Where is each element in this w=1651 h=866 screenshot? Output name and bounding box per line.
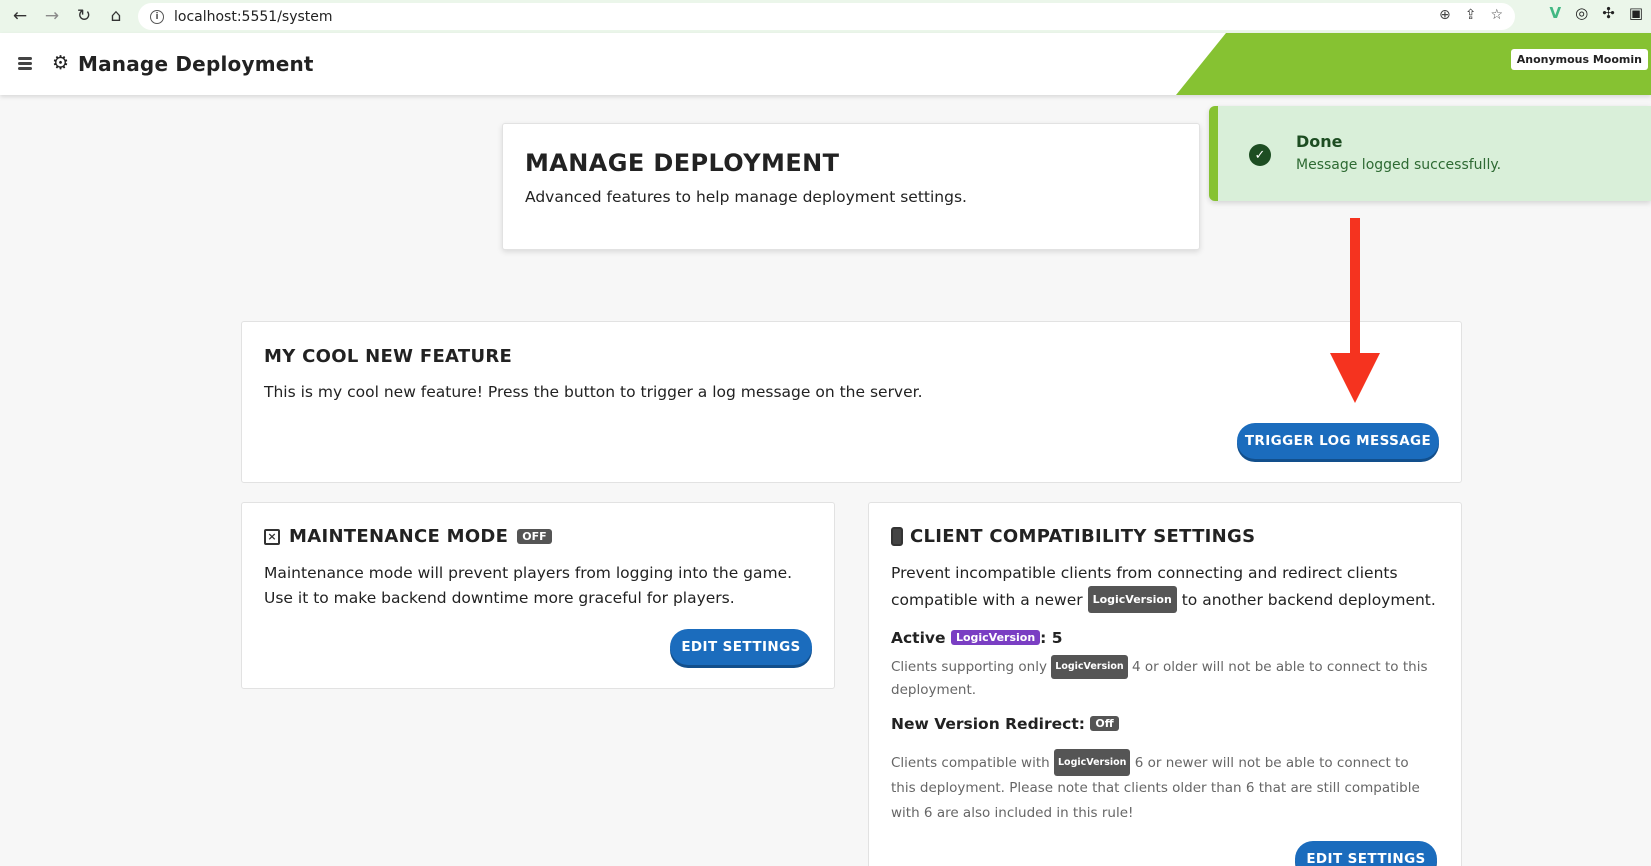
intro-title: MANAGE DEPLOYMENT [525, 149, 840, 177]
note2-logicversion-badge: LogicVersion [1053, 749, 1131, 776]
maintenance-title: MAINTENANCE MODE [289, 526, 509, 547]
browser-toolbar: ← → ↻ ⌂ i localhost:5551/system ⊕ ⇪ ☆ V … [0, 0, 1651, 33]
puzzle-icon[interactable]: ✣ [1602, 4, 1615, 22]
redirect-note: Clients compatible with LogicVersion 6 o… [891, 749, 1431, 826]
intro-subtitle: Advanced features to help manage deploym… [525, 188, 967, 206]
maintenance-card: × MAINTENANCE MODE OFF Maintenance mode … [241, 502, 835, 689]
compat-description: Prevent incompatible clients from connec… [891, 561, 1446, 613]
active-label: Active [891, 629, 946, 647]
maintenance-x-icon: × [264, 528, 280, 545]
redirect-status-badge: Off [1090, 716, 1119, 731]
logicversion-badge: LogicVersion [1087, 586, 1177, 613]
page-title: Manage Deployment [78, 52, 314, 76]
extension-icon[interactable]: ◎ [1575, 4, 1588, 22]
status-badge: OFF [517, 529, 552, 544]
site-info-icon[interactable]: i [150, 9, 164, 24]
toast-message: Message logged successfully. [1296, 157, 1502, 173]
url-text: localhost:5551/system [174, 8, 333, 25]
intro-card: MANAGE DEPLOYMENT Advanced features to h… [502, 123, 1200, 250]
feature-description: This is my cool new feature! Press the b… [264, 383, 923, 401]
active-value: : 5 [1040, 629, 1063, 647]
phone-icon [891, 527, 903, 546]
sidebar-toggle-icon[interactable]: ▣ [1629, 4, 1643, 22]
maintenance-edit-settings-button[interactable]: EDIT SETTINGS [670, 629, 812, 665]
bookmark-star-icon[interactable]: ☆ [1490, 7, 1503, 23]
trigger-log-message-button[interactable]: TRIGGER LOG MESSAGE [1237, 423, 1439, 459]
new-version-redirect: New Version Redirect: Off [891, 715, 1119, 733]
note1-text: Clients supporting only [891, 659, 1047, 675]
maintenance-description: Maintenance mode will prevent players fr… [264, 564, 793, 607]
gear-icon: ⚙ [52, 52, 70, 74]
app-header: ⚙ Manage Deployment Anonymous Moomin [0, 33, 1651, 95]
client-compatibility-card: CLIENT COMPATIBILITY SETTINGS Prevent in… [868, 502, 1462, 866]
note1-logicversion-badge: LogicVersion [1051, 655, 1128, 679]
share-icon[interactable]: ⇪ [1465, 7, 1477, 23]
menu-icon[interactable] [18, 57, 32, 72]
zoom-icon[interactable]: ⊕ [1439, 7, 1451, 23]
back-icon[interactable]: ← [5, 1, 35, 31]
active-logicversion-badge: LogicVersion [950, 630, 1041, 645]
forward-icon[interactable]: → [37, 1, 67, 31]
feature-title: MY COOL NEW FEATURE [264, 346, 513, 367]
compat-title: CLIENT COMPATIBILITY SETTINGS [910, 526, 1256, 547]
feature-card: MY COOL NEW FEATURE This is my cool new … [241, 321, 1462, 483]
reload-icon[interactable]: ↻ [69, 1, 99, 31]
annotation-arrow-shaft [1350, 218, 1360, 358]
home-icon[interactable]: ⌂ [101, 1, 131, 31]
check-circle-icon: ✓ [1249, 144, 1271, 166]
address-bar[interactable]: i localhost:5551/system ⊕ ⇪ ☆ [138, 3, 1515, 30]
note2-text: Clients compatible with [891, 755, 1050, 771]
active-note: Clients supporting only LogicVersion 4 o… [891, 655, 1431, 701]
redirect-label: New Version Redirect: [891, 715, 1085, 733]
active-logicversion: Active LogicVersion: 5 [891, 629, 1063, 647]
compat-edit-settings-button[interactable]: EDIT SETTINGS [1295, 841, 1437, 866]
vue-devtools-icon[interactable]: V [1550, 4, 1562, 22]
user-badge[interactable]: Anonymous Moomin [1510, 49, 1648, 70]
compat-desc-text-end: to another backend deployment. [1181, 591, 1436, 609]
annotation-arrow-head [1330, 353, 1380, 403]
toast-title: Done [1296, 132, 1343, 151]
success-toast[interactable]: ✓ Done Message logged successfully. [1209, 106, 1651, 201]
